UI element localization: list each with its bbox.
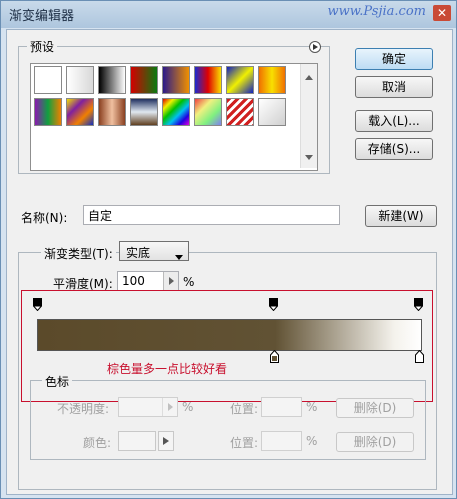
annotation-text: 棕色量多一点比较好看 bbox=[107, 362, 228, 376]
gradient-type-value: 实底 bbox=[126, 246, 151, 260]
opacity-stepper[interactable] bbox=[162, 398, 177, 416]
dialog-body: 预设 确定 取消 载入(L)... 存储(S)... 名称(N): 自定 新建(… bbox=[6, 29, 453, 495]
opacity-location-label: 位置: bbox=[230, 402, 259, 416]
save-button[interactable]: 存储(S)... bbox=[355, 138, 433, 160]
preset-swatch-violet-green-orange[interactable] bbox=[34, 98, 62, 126]
smoothness-input[interactable]: 100 bbox=[117, 271, 179, 291]
opacity-stop-middle-icon[interactable] bbox=[269, 298, 278, 311]
color-menu-icon[interactable] bbox=[158, 431, 174, 451]
smoothness-value: 100 bbox=[122, 274, 145, 288]
smoothness-stepper[interactable] bbox=[163, 272, 178, 290]
opacity-stepper-arrow-icon bbox=[168, 403, 173, 411]
color-location-percent: % bbox=[306, 434, 318, 448]
preset-swatch-black-white[interactable] bbox=[98, 66, 126, 94]
preset-swatch-copper[interactable] bbox=[98, 98, 126, 126]
opacity-stop-left-icon[interactable] bbox=[33, 298, 42, 311]
opacity-location-input[interactable] bbox=[261, 397, 302, 417]
preset-swatch-orange-yellow-orange[interactable] bbox=[258, 66, 286, 94]
smoothness-unit: % bbox=[183, 275, 195, 289]
color-stop-brown-icon[interactable] bbox=[270, 350, 279, 363]
stops-label: 色标 bbox=[42, 373, 73, 390]
opacity-label: 不透明度: bbox=[57, 402, 110, 416]
title-bar[interactable]: 渐变编辑器 www.Psjia.com ✕ bbox=[1, 1, 456, 28]
gradient-preview-bar[interactable] bbox=[37, 319, 422, 351]
gradient-type-select[interactable]: 实底 bbox=[119, 241, 189, 261]
color-stop-white-icon[interactable] bbox=[415, 350, 424, 363]
name-input[interactable]: 自定 bbox=[83, 205, 340, 225]
preset-swatch-spectrum[interactable] bbox=[162, 98, 190, 126]
cancel-button[interactable]: 取消 bbox=[355, 76, 433, 98]
preset-swatch-chrome[interactable] bbox=[130, 98, 158, 126]
ok-button[interactable]: 确定 bbox=[355, 48, 433, 70]
color-location-input[interactable] bbox=[261, 431, 302, 451]
preset-swatch-blue-red-yellow[interactable] bbox=[194, 66, 222, 94]
scroll-up-icon[interactable] bbox=[305, 69, 313, 83]
presets-scrollbar[interactable] bbox=[300, 64, 317, 168]
preset-swatch-yellow-violet-orange-blue[interactable] bbox=[66, 98, 94, 126]
color-location-label: 位置: bbox=[230, 436, 259, 450]
preset-swatch-fg-transparent[interactable] bbox=[66, 66, 94, 94]
opacity-stop-right-icon[interactable] bbox=[414, 298, 423, 311]
presets-menu-icon[interactable] bbox=[309, 41, 321, 53]
gradient-editor-window: 渐变编辑器 www.Psjia.com ✕ 预设 确定 取消 载入(L)... … bbox=[0, 0, 457, 499]
opacity-percent: % bbox=[182, 400, 194, 414]
delete-opacity-stop-button[interactable]: 删除(D) bbox=[336, 398, 414, 418]
watermark: www.Psjia.com bbox=[327, 4, 426, 19]
opacity-input[interactable] bbox=[118, 397, 178, 417]
preset-swatch-fg-bg[interactable] bbox=[34, 66, 62, 94]
dropdown-arrow-icon bbox=[175, 249, 183, 263]
window-title: 渐变编辑器 bbox=[9, 9, 75, 24]
close-button[interactable]: ✕ bbox=[433, 5, 451, 21]
stepper-arrow-icon bbox=[169, 277, 174, 285]
name-label: 名称(N): bbox=[21, 211, 68, 225]
preset-swatch-red-green[interactable] bbox=[130, 66, 158, 94]
preset-swatch-transparent-rainbow[interactable] bbox=[194, 98, 222, 126]
preset-swatch-violet-orange[interactable] bbox=[162, 66, 190, 94]
presets-grid bbox=[30, 63, 318, 171]
opacity-location-percent: % bbox=[306, 400, 318, 414]
scroll-down-icon[interactable] bbox=[305, 149, 313, 163]
gradient-type-label: 渐变类型(T): bbox=[41, 245, 116, 262]
preset-swatch-blue-yellow-blue[interactable] bbox=[226, 66, 254, 94]
color-label: 颜色: bbox=[83, 436, 112, 450]
presets-label: 预设 bbox=[27, 38, 58, 55]
preset-swatch-transparent-stripes[interactable] bbox=[226, 98, 254, 126]
color-swatch-input[interactable] bbox=[118, 431, 156, 451]
delete-color-stop-button[interactable]: 删除(D) bbox=[336, 432, 414, 452]
load-button[interactable]: 载入(L)... bbox=[355, 110, 433, 132]
preset-swatch-neutral-density[interactable] bbox=[258, 98, 286, 126]
new-button[interactable]: 新建(W) bbox=[365, 205, 437, 227]
